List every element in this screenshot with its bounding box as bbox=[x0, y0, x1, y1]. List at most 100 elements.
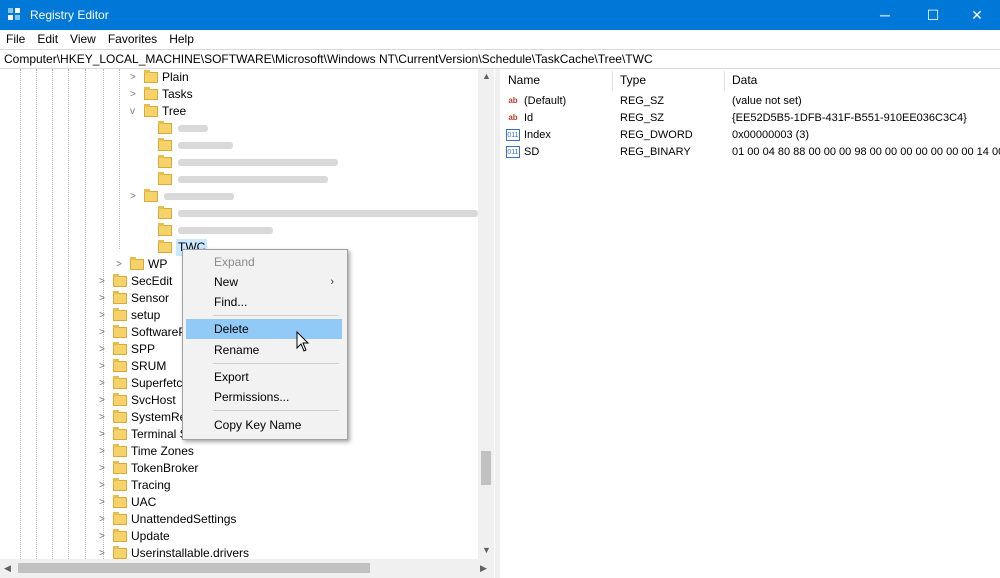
address-bar[interactable]: Computer\HKEY_LOCAL_MACHINE\SOFTWARE\Mic… bbox=[0, 49, 1000, 69]
chevron-right-icon[interactable]: > bbox=[99, 511, 109, 528]
window-title: Registry Editor bbox=[30, 8, 109, 22]
value-row-id[interactable]: ab Id REG_SZ {EE52D5B5-1DFB-431F-B551-91… bbox=[506, 110, 996, 127]
menu-item-delete[interactable]: Delete bbox=[186, 319, 342, 339]
folder-icon bbox=[144, 189, 158, 202]
folder-icon bbox=[113, 495, 127, 508]
folder-icon bbox=[113, 444, 127, 457]
address-text[interactable]: Computer\HKEY_LOCAL_MACHINE\SOFTWARE\Mic… bbox=[4, 52, 653, 66]
value-row-default[interactable]: ab (Default) REG_SZ (value not set) bbox=[506, 93, 996, 110]
tree-vertical-scrollbar[interactable]: ▲ ▼ bbox=[478, 69, 494, 559]
tree-node-blurred[interactable] bbox=[144, 137, 344, 154]
folder-icon bbox=[113, 529, 127, 542]
chevron-right-icon[interactable]: > bbox=[99, 477, 109, 494]
folder-icon bbox=[113, 461, 127, 474]
folder-icon bbox=[158, 172, 172, 185]
menu-separator bbox=[213, 410, 339, 411]
scroll-down-icon[interactable]: ▼ bbox=[482, 545, 491, 555]
scrollbar-thumb[interactable] bbox=[18, 563, 370, 573]
minimize-button[interactable]: ─ bbox=[862, 0, 908, 30]
menu-item-export[interactable]: Export bbox=[186, 367, 342, 387]
chevron-right-icon[interactable]: > bbox=[99, 494, 109, 511]
close-button[interactable]: ✕ bbox=[954, 0, 1000, 30]
column-header-type[interactable]: Type bbox=[620, 73, 646, 89]
folder-icon bbox=[113, 427, 127, 440]
chevron-right-icon[interactable]: > bbox=[99, 375, 109, 392]
values-pane[interactable]: Name Type Data ab (Default) REG_SZ (valu… bbox=[500, 69, 1000, 578]
folder-icon bbox=[113, 393, 127, 406]
menu-item-find[interactable]: Find... bbox=[186, 292, 342, 312]
scrollbar-thumb[interactable] bbox=[481, 451, 491, 485]
menu-help[interactable]: Help bbox=[163, 30, 200, 48]
binary-value-icon: 011 bbox=[506, 129, 520, 141]
chevron-down-icon[interactable]: v bbox=[130, 103, 140, 120]
chevron-right-icon[interactable]: > bbox=[99, 358, 109, 375]
folder-icon bbox=[113, 410, 127, 423]
column-header-data[interactable]: Data bbox=[732, 73, 757, 89]
column-header-name[interactable]: Name bbox=[508, 73, 540, 89]
value-row-index[interactable]: 011 Index REG_DWORD 0x00000003 (3) bbox=[506, 127, 996, 144]
column-divider[interactable] bbox=[724, 71, 725, 91]
chevron-right-icon[interactable]: > bbox=[99, 392, 109, 409]
folder-icon bbox=[113, 512, 127, 525]
folder-icon bbox=[158, 155, 172, 168]
chevron-right-icon[interactable]: > bbox=[99, 341, 109, 358]
chevron-right-icon[interactable]: > bbox=[99, 443, 109, 460]
chevron-right-icon[interactable]: > bbox=[130, 69, 140, 86]
menu-separator bbox=[213, 315, 339, 316]
folder-icon bbox=[113, 359, 127, 372]
menu-favorites[interactable]: Favorites bbox=[102, 30, 163, 48]
tree-node-blurred[interactable] bbox=[144, 222, 344, 239]
tree-node-blurred[interactable] bbox=[144, 154, 344, 171]
menu-item-copy-key-name[interactable]: Copy Key Name bbox=[186, 415, 342, 435]
folder-icon bbox=[113, 308, 127, 321]
folder-icon bbox=[113, 291, 127, 304]
value-row-sd[interactable]: 011 SD REG_BINARY 01 00 04 80 88 00 00 0… bbox=[506, 144, 1000, 161]
string-value-icon: ab bbox=[508, 96, 518, 105]
menu-item-expand[interactable]: Expand bbox=[186, 252, 342, 272]
scroll-left-icon[interactable]: ◀ bbox=[4, 563, 11, 574]
mouse-cursor-icon bbox=[296, 331, 310, 352]
chevron-right-icon[interactable]: > bbox=[99, 324, 109, 341]
folder-icon bbox=[113, 274, 127, 287]
folder-icon bbox=[144, 104, 158, 117]
menu-bar: File Edit View Favorites Help bbox=[0, 30, 1000, 48]
folder-icon bbox=[158, 206, 172, 219]
folder-icon bbox=[113, 376, 127, 389]
chevron-right-icon[interactable]: > bbox=[130, 188, 140, 205]
title-bar: Registry Editor ─ ☐ ✕ bbox=[0, 0, 1000, 30]
folder-icon bbox=[113, 546, 127, 559]
maximize-button[interactable]: ☐ bbox=[910, 0, 956, 30]
chevron-right-icon[interactable]: > bbox=[130, 86, 140, 103]
chevron-right-icon[interactable]: > bbox=[99, 528, 109, 545]
tree-horizontal-scrollbar[interactable]: ◀ ▶ bbox=[0, 559, 494, 578]
column-divider[interactable] bbox=[612, 71, 613, 91]
folder-icon bbox=[113, 325, 127, 338]
chevron-right-icon[interactable]: > bbox=[99, 290, 109, 307]
tree-node-blurred[interactable] bbox=[144, 120, 344, 137]
folder-icon bbox=[144, 70, 158, 83]
chevron-right-icon[interactable]: > bbox=[116, 256, 126, 273]
folder-icon bbox=[158, 223, 172, 236]
menu-item-permissions[interactable]: Permissions... bbox=[186, 387, 342, 407]
chevron-right-icon[interactable]: > bbox=[99, 460, 109, 477]
menu-file[interactable]: File bbox=[0, 30, 31, 48]
tree-node-blurred[interactable] bbox=[144, 205, 484, 222]
chevron-right-icon[interactable]: > bbox=[99, 307, 109, 324]
menu-separator bbox=[213, 363, 339, 364]
chevron-right-icon[interactable]: > bbox=[99, 273, 109, 290]
folder-icon bbox=[144, 87, 158, 100]
tree-node-blurred[interactable] bbox=[144, 171, 344, 188]
submenu-arrow-icon: › bbox=[330, 276, 334, 288]
folder-icon bbox=[158, 240, 172, 253]
scroll-right-icon[interactable]: ▶ bbox=[480, 563, 487, 574]
folder-icon bbox=[158, 121, 172, 134]
folder-icon bbox=[113, 342, 127, 355]
menu-item-rename[interactable]: Rename bbox=[186, 340, 342, 360]
scroll-up-icon[interactable]: ▲ bbox=[482, 71, 491, 81]
menu-view[interactable]: View bbox=[64, 30, 102, 48]
menu-edit[interactable]: Edit bbox=[31, 30, 64, 48]
chevron-right-icon[interactable]: > bbox=[99, 426, 109, 443]
chevron-right-icon[interactable]: > bbox=[99, 409, 109, 426]
tree-node-blurred[interactable]: > bbox=[130, 188, 330, 205]
menu-item-new[interactable]: New › bbox=[186, 272, 342, 292]
